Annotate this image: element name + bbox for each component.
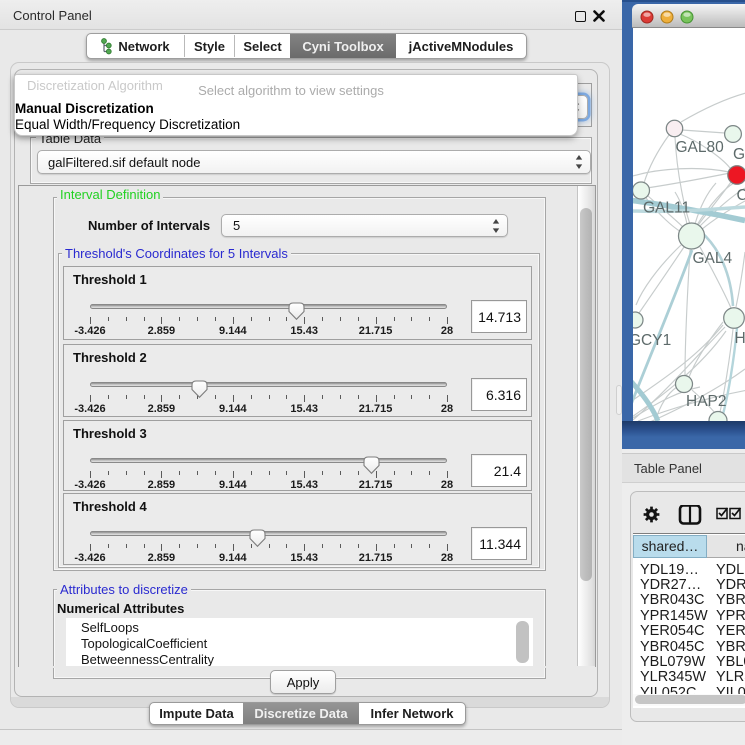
svg-text:HAP2: HAP2 — [686, 393, 727, 410]
svg-text:GCY1: GCY1 — [633, 332, 671, 349]
svg-text:GAL4: GAL4 — [693, 250, 733, 267]
svg-text:GAL80: GAL80 — [676, 139, 725, 156]
svg-text:C: C — [737, 187, 745, 204]
svg-text:HI: HI — [735, 330, 745, 347]
svg-text:GA: GA — [733, 146, 745, 163]
svg-text:GAL11: GAL11 — [643, 200, 690, 217]
